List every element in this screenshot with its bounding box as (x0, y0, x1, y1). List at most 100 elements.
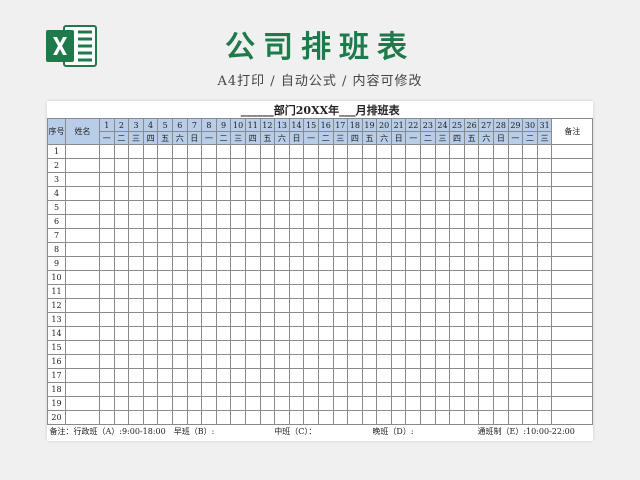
schedule-cell[interactable] (142, 186, 159, 201)
schedule-cell[interactable] (449, 396, 465, 411)
schedule-cell[interactable] (332, 186, 349, 201)
schedule-cell[interactable] (259, 284, 276, 299)
schedule-cell[interactable] (274, 270, 290, 285)
schedule-cell[interactable] (186, 340, 203, 355)
schedule-cell[interactable] (171, 354, 188, 369)
schedule-cell[interactable] (347, 410, 363, 425)
schedule-cell[interactable] (303, 326, 319, 341)
schedule-cell[interactable] (99, 298, 115, 313)
schedule-cell[interactable] (142, 242, 159, 257)
schedule-cell[interactable] (230, 256, 246, 271)
schedule-cell[interactable] (449, 312, 465, 327)
schedule-cell[interactable] (507, 242, 524, 257)
schedule-cell[interactable] (332, 396, 349, 411)
schedule-cell[interactable] (376, 382, 392, 397)
schedule-cell[interactable] (244, 186, 261, 201)
schedule-cell[interactable] (186, 326, 203, 341)
schedule-cell[interactable] (171, 396, 188, 411)
schedule-cell[interactable] (449, 256, 465, 271)
schedule-cell[interactable] (259, 228, 276, 243)
schedule-cell[interactable] (259, 396, 276, 411)
schedule-cell[interactable] (288, 340, 305, 355)
schedule-cell[interactable] (522, 158, 538, 173)
schedule-cell[interactable] (536, 410, 553, 425)
schedule-cell[interactable] (332, 214, 349, 229)
schedule-cell[interactable] (434, 340, 451, 355)
schedule-cell[interactable] (551, 340, 594, 355)
schedule-cell[interactable] (171, 284, 188, 299)
schedule-cell[interactable] (347, 312, 363, 327)
schedule-cell[interactable] (157, 242, 173, 257)
schedule-cell[interactable] (507, 144, 524, 159)
schedule-cell[interactable] (230, 158, 246, 173)
schedule-cell[interactable] (420, 186, 436, 201)
schedule-cell[interactable] (113, 172, 130, 187)
schedule-cell[interactable] (201, 270, 217, 285)
schedule-cell[interactable] (157, 172, 173, 187)
schedule-cell[interactable] (215, 256, 232, 271)
schedule-cell[interactable] (317, 172, 334, 187)
schedule-cell[interactable] (128, 200, 144, 215)
schedule-cell[interactable] (434, 270, 451, 285)
schedule-cell[interactable] (493, 186, 509, 201)
schedule-cell[interactable] (171, 242, 188, 257)
schedule-cell[interactable] (449, 270, 465, 285)
schedule-cell[interactable] (201, 284, 217, 299)
schedule-cell[interactable] (434, 298, 451, 313)
schedule-cell[interactable] (376, 242, 392, 257)
schedule-cell[interactable] (478, 186, 495, 201)
schedule-cell[interactable] (361, 396, 378, 411)
schedule-cell[interactable] (113, 354, 130, 369)
schedule-cell[interactable] (434, 284, 451, 299)
schedule-cell[interactable] (405, 284, 422, 299)
schedule-cell[interactable] (171, 158, 188, 173)
schedule-cell[interactable] (142, 172, 159, 187)
schedule-cell[interactable] (230, 410, 246, 425)
schedule-cell[interactable] (288, 200, 305, 215)
schedule-cell[interactable] (142, 396, 159, 411)
schedule-cell[interactable] (186, 214, 203, 229)
schedule-cell[interactable] (186, 284, 203, 299)
schedule-cell[interactable] (157, 410, 173, 425)
schedule-cell[interactable] (493, 312, 509, 327)
schedule-cell[interactable] (259, 368, 276, 383)
schedule-cell[interactable] (390, 312, 407, 327)
schedule-cell[interactable] (259, 242, 276, 257)
schedule-cell[interactable] (244, 270, 261, 285)
schedule-cell[interactable] (332, 144, 349, 159)
schedule-cell[interactable] (244, 242, 261, 257)
schedule-cell[interactable] (274, 172, 290, 187)
schedule-cell[interactable] (507, 382, 524, 397)
schedule-cell[interactable] (201, 368, 217, 383)
schedule-cell[interactable] (65, 200, 100, 215)
schedule-cell[interactable] (493, 144, 509, 159)
schedule-cell[interactable] (230, 186, 246, 201)
schedule-cell[interactable] (274, 340, 290, 355)
schedule-cell[interactable] (113, 200, 130, 215)
schedule-cell[interactable] (288, 298, 305, 313)
schedule-cell[interactable] (157, 340, 173, 355)
schedule-cell[interactable] (99, 312, 115, 327)
schedule-cell[interactable] (405, 256, 422, 271)
schedule-cell[interactable] (215, 354, 232, 369)
schedule-cell[interactable] (463, 158, 480, 173)
schedule-cell[interactable] (259, 326, 276, 341)
schedule-cell[interactable] (390, 214, 407, 229)
schedule-cell[interactable] (478, 284, 495, 299)
schedule-cell[interactable] (201, 312, 217, 327)
schedule-cell[interactable] (171, 186, 188, 201)
schedule-cell[interactable] (244, 200, 261, 215)
schedule-cell[interactable] (449, 242, 465, 257)
schedule-cell[interactable] (376, 284, 392, 299)
schedule-cell[interactable] (361, 242, 378, 257)
schedule-cell[interactable] (215, 298, 232, 313)
schedule-cell[interactable] (420, 298, 436, 313)
schedule-cell[interactable] (420, 396, 436, 411)
schedule-cell[interactable] (420, 256, 436, 271)
schedule-cell[interactable] (113, 340, 130, 355)
schedule-cell[interactable] (376, 186, 392, 201)
schedule-cell[interactable] (522, 214, 538, 229)
schedule-cell[interactable] (420, 228, 436, 243)
schedule-cell[interactable] (347, 354, 363, 369)
schedule-cell[interactable] (288, 410, 305, 425)
